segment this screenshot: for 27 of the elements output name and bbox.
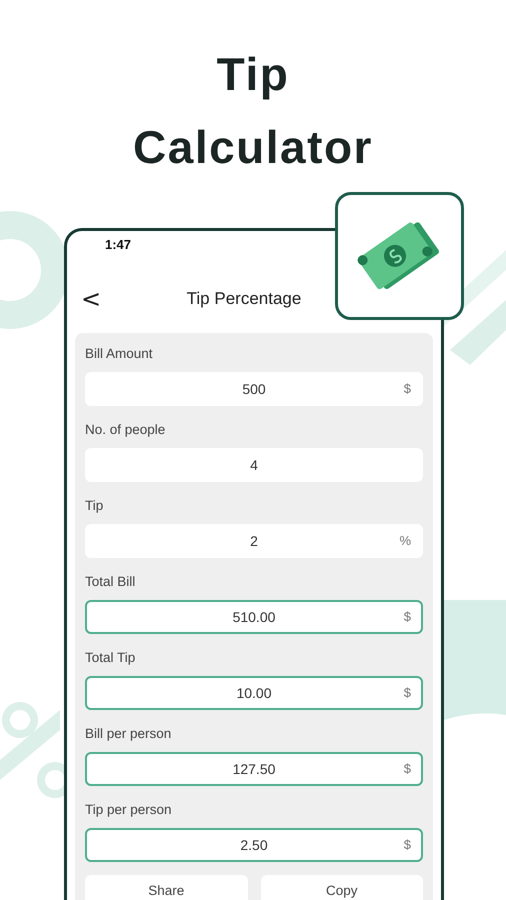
input-field[interactable]: 4 bbox=[85, 448, 423, 482]
copy-button[interactable]: Copy bbox=[260, 875, 423, 900]
status-time: 1:47 bbox=[105, 237, 132, 253]
stripe-shape bbox=[450, 300, 506, 365]
unit-label: $ bbox=[404, 381, 411, 396]
field-label: Bill per person bbox=[85, 725, 172, 743]
unit-label: $ bbox=[404, 837, 411, 852]
result-field[interactable]: 2.50 $ bbox=[85, 828, 423, 862]
input-field[interactable]: 500 $ bbox=[85, 372, 423, 406]
result-field[interactable]: 127.50 $ bbox=[85, 752, 423, 786]
field-label: Bill Amount bbox=[85, 345, 153, 363]
unit-label: $ bbox=[404, 685, 411, 700]
unit-label: $ bbox=[404, 761, 411, 776]
screen-title: Tip Percentage bbox=[186, 289, 302, 309]
result-field[interactable]: 10.00 $ bbox=[85, 676, 423, 710]
field-label: No. of people bbox=[85, 421, 166, 439]
share-button[interactable]: Share bbox=[85, 875, 248, 900]
field-label: Total Tip bbox=[85, 649, 136, 667]
headline: Tip Calculator bbox=[132, 47, 374, 175]
result-field[interactable]: 510.00 $ bbox=[85, 600, 423, 634]
input-field[interactable]: 2 % bbox=[85, 524, 423, 558]
field-label: Tip bbox=[85, 497, 104, 515]
field-label: Total Bill bbox=[85, 573, 136, 591]
field-label: Tip per person bbox=[85, 801, 172, 819]
unit-label: $ bbox=[404, 609, 411, 624]
unit-label: % bbox=[399, 533, 411, 548]
back-button[interactable]: < bbox=[77, 285, 106, 313]
